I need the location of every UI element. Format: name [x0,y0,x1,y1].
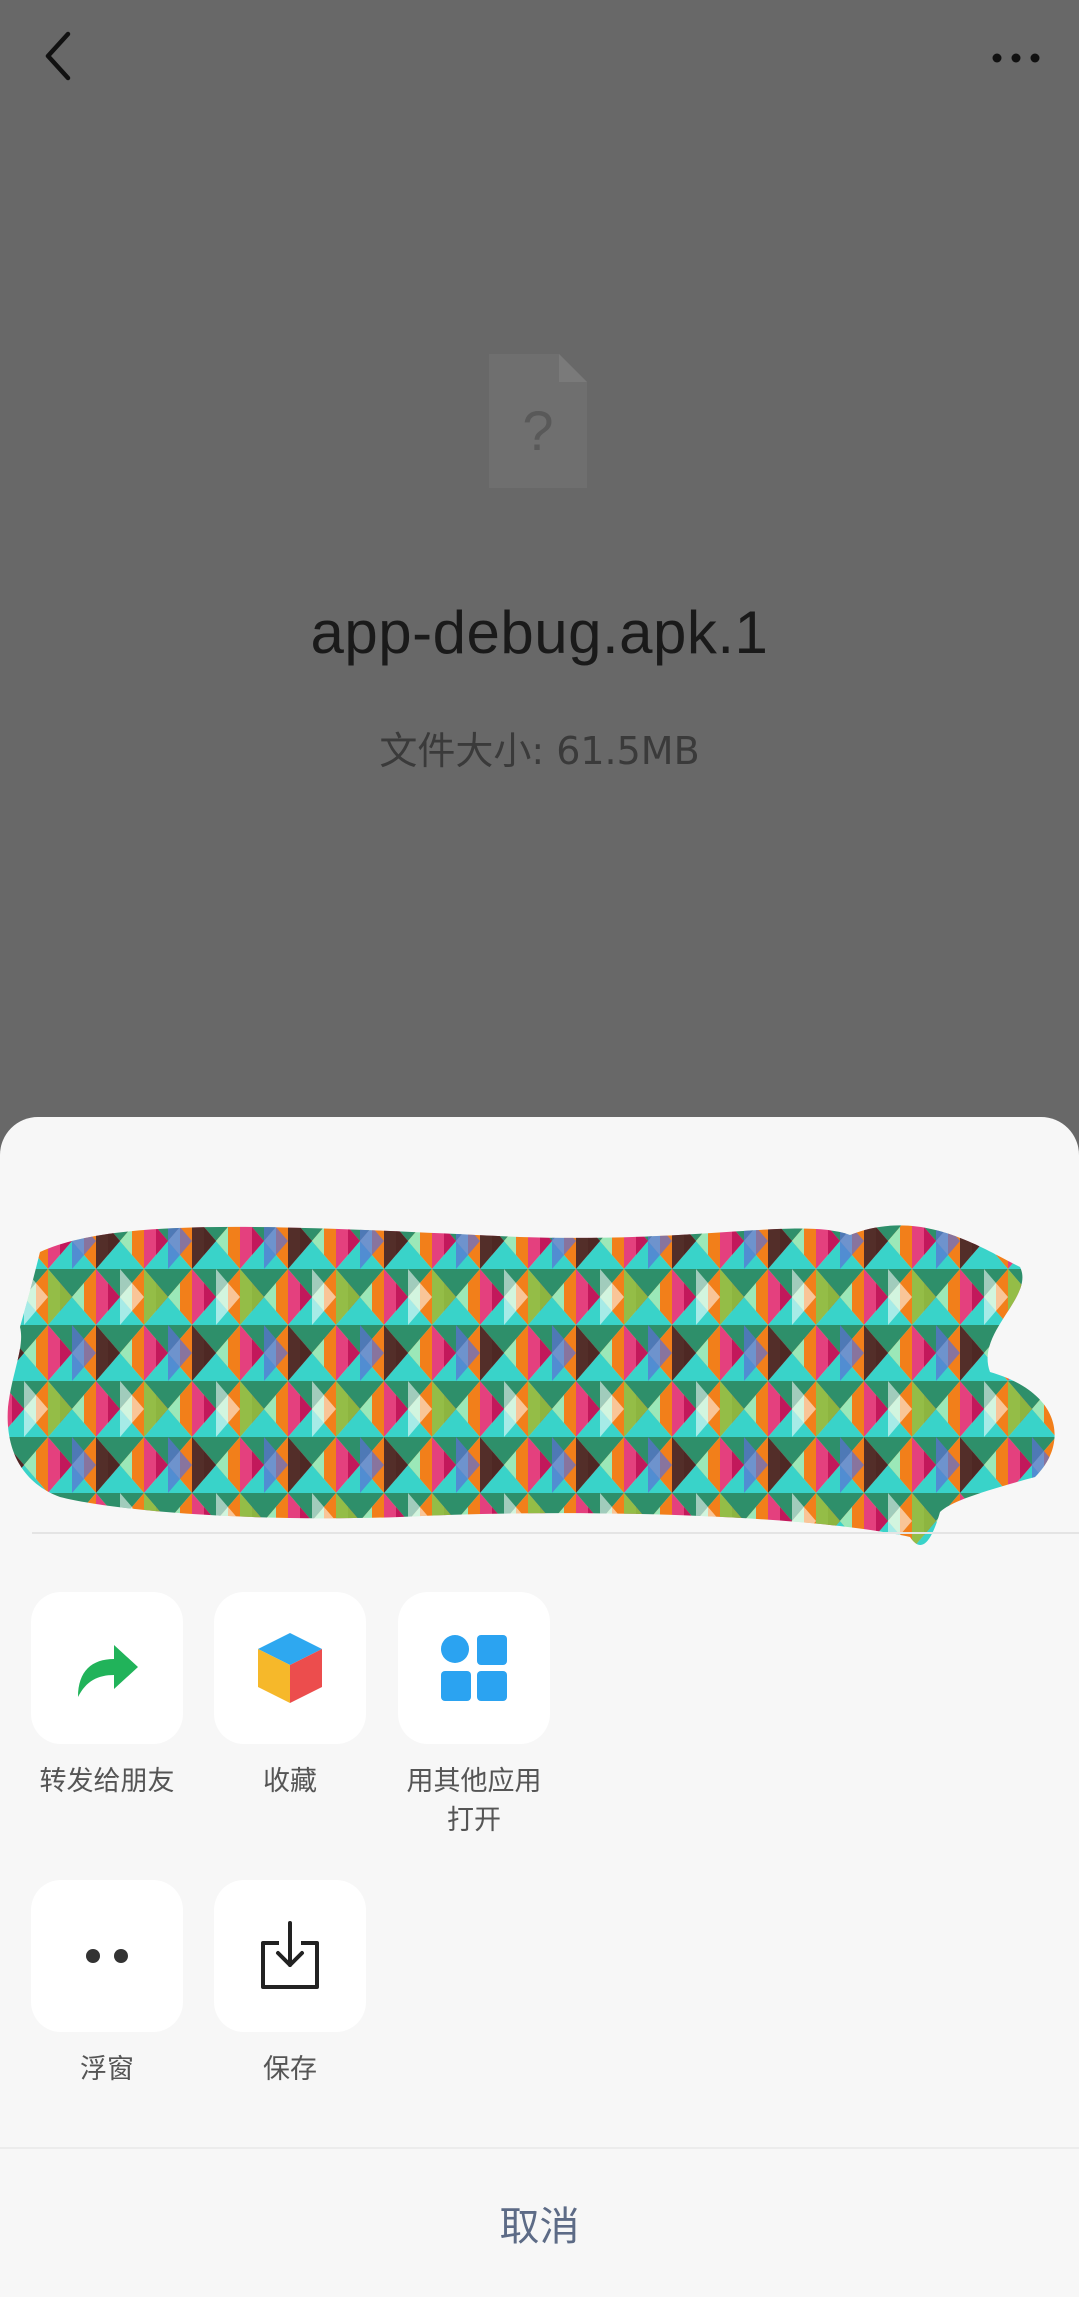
forward-arrow-icon [78,1645,138,1697]
apps-grid-icon [441,1635,507,1701]
action-label: 保存 [263,2054,317,2085]
chevron-left-icon [45,31,71,81]
action-label: 浮窗 [80,2054,134,2085]
favorites-cube-icon [258,1633,322,1703]
sheet-divider [32,1532,1079,1534]
action-tile[interactable] [214,1880,366,2032]
contacts-strip-redacted [0,1157,1079,1637]
floating-window-icon [86,1949,128,1963]
favorite-button[interactable]: 收藏 [214,1592,366,1801]
action-tile[interactable] [214,1592,366,1744]
action-tile[interactable] [31,1880,183,2032]
file-icon-glyph: ? [522,399,553,462]
cancel-button[interactable]: 取消 [0,2149,1079,2297]
back-button[interactable] [28,24,88,88]
more-horizontal-icon [992,53,1040,63]
open-with-other-app-button[interactable]: 用其他应用打开 [398,1592,550,1840]
forward-to-friend-button[interactable]: 转发给朋友 [31,1592,183,1801]
file-name: app-debug.apk.1 [310,599,769,666]
floating-window-button[interactable]: 浮窗 [31,1880,183,2089]
more-options-button[interactable] [981,30,1051,86]
file-size: 文件大小: 61.5MB [379,729,700,773]
save-download-icon [261,1921,319,1989]
action-label: 转发给朋友 [39,1766,175,1797]
action-tile[interactable] [31,1592,183,1744]
action-label: 收藏 [263,1766,317,1797]
action-tile[interactable] [398,1592,550,1744]
save-button[interactable]: 保存 [214,1880,366,2089]
action-label: 用其他应用打开 [406,1766,542,1836]
share-action-sheet: 转发给朋友 收藏 用其他应用打开 浮窗 保存 取消 [0,1117,1079,2297]
unknown-file-icon: ? [485,350,591,492]
